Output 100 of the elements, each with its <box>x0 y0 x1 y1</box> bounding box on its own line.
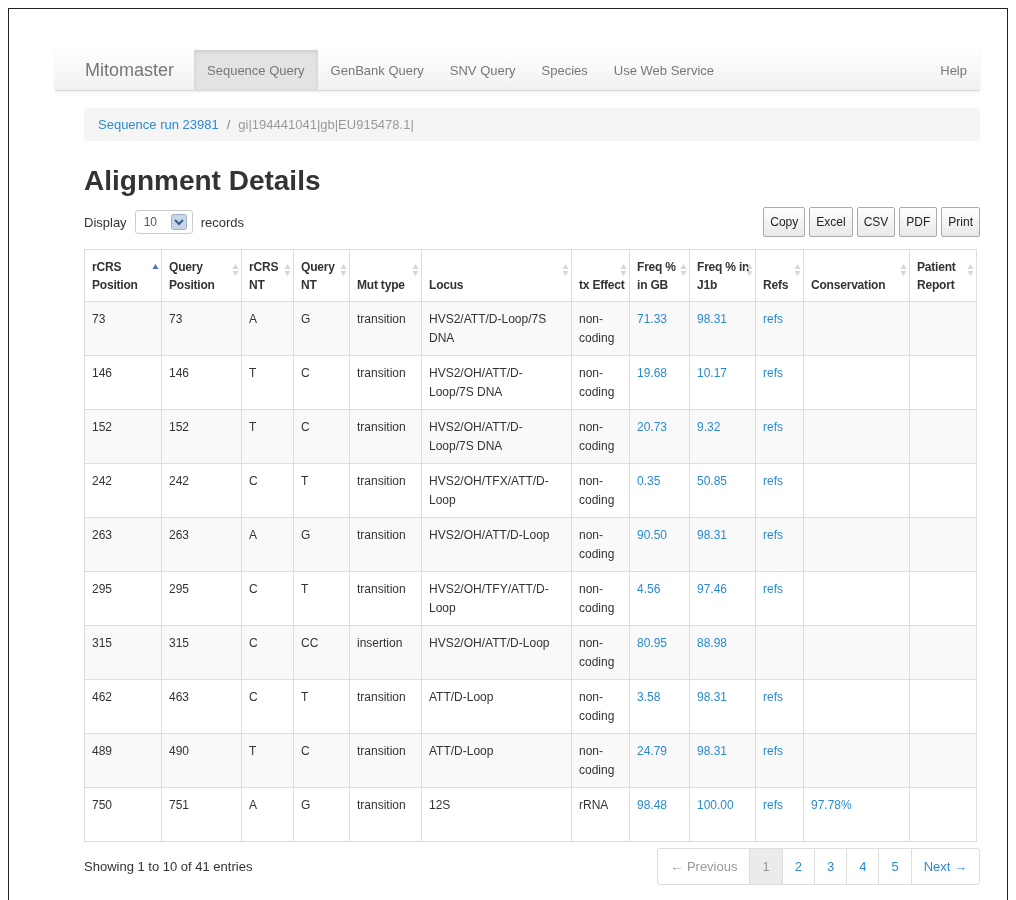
table-cell: 146 <box>92 366 113 380</box>
column-header[interactable]: Conservation <box>803 249 910 302</box>
table-cell: HVS2/OH/TFY/ATT/D-Loop <box>429 582 549 615</box>
table-cell: 490 <box>169 744 190 758</box>
column-header[interactable]: Patient Report <box>909 249 977 302</box>
table-link[interactable]: 0.35 <box>637 474 661 488</box>
table-cell: non-coding <box>579 420 615 453</box>
table-link[interactable]: refs <box>763 474 783 488</box>
table-cell: G <box>301 798 311 812</box>
table-cell: C <box>249 636 258 650</box>
column-header[interactable]: Locus <box>421 249 572 302</box>
column-header[interactable]: rCRS NT <box>241 249 294 302</box>
table-cell: C <box>249 474 258 488</box>
table-cell: transition <box>357 420 406 434</box>
table-link[interactable]: 3.58 <box>637 690 661 704</box>
table-cell: T <box>249 366 257 380</box>
table-link[interactable]: 98.48 <box>637 798 668 812</box>
nav-tab[interactable]: Sequence Query <box>194 50 318 90</box>
nav-tab[interactable]: Species <box>528 50 601 90</box>
table-cell: rRNA <box>579 798 609 812</box>
breadcrumb-separator: / <box>225 117 232 132</box>
table-link[interactable]: 97.78% <box>811 798 852 812</box>
page-link[interactable]: 5 <box>878 849 911 884</box>
page-title: Alignment Details <box>84 164 322 198</box>
column-header[interactable]: Mut type <box>349 249 422 302</box>
table-cell: 152 <box>169 420 190 434</box>
table-link[interactable]: 20.73 <box>637 420 668 434</box>
table-cell: 315 <box>169 636 190 650</box>
table-link[interactable]: 71.33 <box>637 312 668 326</box>
table-cell: 263 <box>92 528 113 542</box>
table-link[interactable]: refs <box>763 420 783 434</box>
table-link[interactable]: refs <box>763 312 783 326</box>
table-link[interactable]: 24.79 <box>637 744 668 758</box>
table-cell: 489 <box>92 744 113 758</box>
table-cell: non-coding <box>579 690 615 723</box>
table-cell: non-coding <box>579 582 615 615</box>
table-cell: A <box>249 312 257 326</box>
table-link[interactable]: 100.00 <box>697 798 734 812</box>
breadcrumb-link[interactable]: Sequence run 23981 <box>98 117 219 132</box>
page-link[interactable]: 2 <box>781 849 814 884</box>
table-cell: 73 <box>169 312 183 326</box>
table-link[interactable]: refs <box>763 744 783 758</box>
entries-info: Showing 1 to 10 of 41 entries <box>84 859 253 874</box>
table-link[interactable]: 50.85 <box>697 474 728 488</box>
table-cell: 295 <box>169 582 190 596</box>
table-cell: HVS2/OH/ATT/D-Loop/7S DNA <box>429 366 523 399</box>
export-button[interactable]: Excel <box>809 207 853 237</box>
column-header[interactable]: rCRS Position <box>84 249 162 302</box>
table-link[interactable]: 10.17 <box>697 366 728 380</box>
table-cell: C <box>301 366 310 380</box>
nav-tab[interactable]: SNV Query <box>436 50 529 90</box>
nav-tab[interactable]: Use Web Service <box>600 50 727 90</box>
table-cell: non-coding <box>579 312 615 345</box>
page-link[interactable]: 1 <box>749 849 782 884</box>
page-link[interactable]: Next → <box>910 849 979 884</box>
table-cell: transition <box>357 690 406 704</box>
page-link[interactable]: 3 <box>813 849 847 884</box>
column-header[interactable]: tx Effect <box>571 249 630 302</box>
table-cell: non-coding <box>579 474 615 507</box>
table-cell: ATT/D-Loop <box>429 744 494 758</box>
table-cell: 242 <box>92 474 113 488</box>
table-link[interactable]: 19.68 <box>637 366 668 380</box>
table-link[interactable]: 9.32 <box>697 420 721 434</box>
table-link[interactable]: refs <box>763 798 783 812</box>
table-link[interactable]: 88.98 <box>697 636 728 650</box>
help-link[interactable]: Help <box>927 50 980 90</box>
table-cell: T <box>301 690 309 704</box>
table-link[interactable]: 98.31 <box>697 690 728 704</box>
table-link[interactable]: refs <box>763 582 783 596</box>
table-cell: HVS2/OH/TFX/ATT/D-Loop <box>429 474 549 507</box>
table-link[interactable]: refs <box>763 366 783 380</box>
nav-tab[interactable]: GenBank Query <box>317 50 437 90</box>
table-link[interactable]: refs <box>763 690 783 704</box>
export-button[interactable]: CSV <box>856 207 896 237</box>
table-cell: transition <box>357 582 406 596</box>
column-header[interactable]: Refs <box>755 249 804 302</box>
export-button[interactable]: Print <box>941 207 980 237</box>
table-link[interactable]: 97.46 <box>697 582 728 596</box>
table-link[interactable]: refs <box>763 528 783 542</box>
table-cell: non-coding <box>579 528 615 561</box>
display-label: Display <box>84 214 127 230</box>
export-button[interactable]: PDF <box>899 207 938 237</box>
table-cell: 462 <box>92 690 113 704</box>
table-link[interactable]: 98.31 <box>697 528 728 542</box>
column-header[interactable]: Query Position <box>161 249 242 302</box>
table-link[interactable]: 90.50 <box>637 528 668 542</box>
records-select[interactable]: 10 <box>134 210 193 234</box>
table-cell: transition <box>357 528 406 542</box>
brand-link[interactable]: Mitomaster <box>85 50 174 90</box>
table-link[interactable]: 98.31 <box>697 744 728 758</box>
column-header[interactable]: Freq % in GB <box>629 249 690 302</box>
page-link[interactable]: 4 <box>846 849 879 884</box>
table-link[interactable]: 4.56 <box>637 582 661 596</box>
table-cell: A <box>249 528 257 542</box>
table-cell: 73 <box>92 312 106 326</box>
column-header[interactable]: Query NT <box>293 249 350 302</box>
table-link[interactable]: 80.95 <box>637 636 668 650</box>
export-button[interactable]: Copy <box>763 207 806 237</box>
table-link[interactable]: 98.31 <box>697 312 728 326</box>
table-cell: C <box>301 420 310 434</box>
